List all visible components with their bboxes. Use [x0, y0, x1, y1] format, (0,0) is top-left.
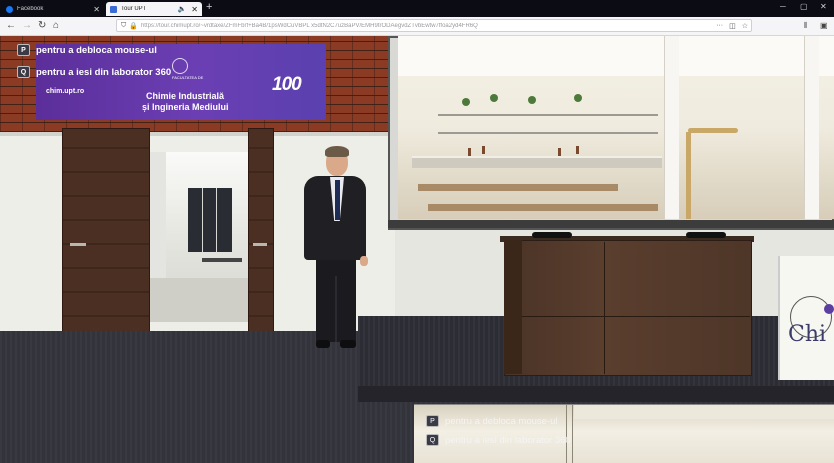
- bookmark-star-icon[interactable]: ☆: [742, 22, 748, 30]
- poster-text: Chi: [788, 322, 827, 347]
- browser-nav-bar: ← → ↻ ⌂ ⛉ 🔒 https://tour.chimupt.ro/~vrd…: [0, 17, 834, 36]
- wall-trim: [0, 132, 395, 136]
- close-window-button[interactable]: ✕: [820, 2, 827, 11]
- projection-screen: [398, 36, 834, 219]
- banner-title-line1: Chimie Industrială: [146, 91, 225, 101]
- facebook-icon: [6, 5, 13, 13]
- browser-tab-bar: Facebook ✕ Tour UPT 🔈 ✕ + ─ ▢ ✕: [0, 0, 834, 17]
- inset-preview: P pentru a debloca mouse-ul Q pentru a i…: [414, 404, 834, 463]
- hint-text: pentru a iesi din laborator 360: [36, 66, 172, 78]
- url-bar[interactable]: ⛉ 🔒 https://tour.chimupt.ro/~vrdtaxe/ZFm…: [116, 19, 752, 32]
- side-poster: Chi: [778, 256, 834, 380]
- door-handle: [70, 243, 86, 246]
- banner-sub: FACULTATEA DE: [172, 75, 204, 80]
- corridor-bench: [202, 258, 242, 262]
- door-handle: [253, 243, 267, 246]
- door-left: [62, 128, 150, 340]
- sidebar-icon[interactable]: ▣: [820, 19, 828, 33]
- inset-hint-exit: Q pentru a iesi din laborator 360: [426, 434, 571, 446]
- centenary-logo: 100: [272, 74, 302, 95]
- key-badge: Q: [426, 434, 439, 446]
- key-badge: P: [426, 415, 439, 427]
- hint-text: pentru a debloca mouse-ul: [445, 415, 558, 427]
- corridor-floor: [140, 278, 250, 322]
- corridor-window: [188, 188, 232, 252]
- key-badge: P: [17, 44, 30, 56]
- speaker-icon[interactable]: 🔈: [178, 5, 187, 13]
- virtual-lab-viewport[interactable]: FACULTATEA DE chim.upt.ro Chimie Industr…: [0, 36, 834, 463]
- faculty-logo-icon: [172, 58, 188, 74]
- desk-device: [686, 232, 726, 238]
- doorway: [140, 152, 250, 322]
- tab-tour-upt[interactable]: Tour UPT 🔈 ✕: [106, 2, 202, 16]
- screen-bezel: [388, 220, 834, 228]
- pocket-icon[interactable]: ◫: [729, 22, 736, 30]
- hint-exit-lab: Q pentru a iesi din laborator 360: [17, 66, 171, 78]
- hint-text: pentru a iesi din laborator 360: [445, 434, 571, 446]
- tab-facebook[interactable]: Facebook ✕: [2, 2, 104, 16]
- new-tab-button[interactable]: +: [206, 1, 212, 13]
- home-icon[interactable]: ⌂: [53, 19, 59, 33]
- minimize-button[interactable]: ─: [780, 2, 786, 11]
- lab-tube: [688, 128, 738, 133]
- close-tab-icon[interactable]: ✕: [93, 5, 100, 14]
- corridor-pillar: [148, 152, 166, 282]
- reload-icon[interactable]: ↻: [38, 19, 46, 33]
- library-icon[interactable]: ⫴: [804, 19, 807, 33]
- forward-icon[interactable]: →: [22, 19, 32, 33]
- page-actions-icon[interactable]: ···: [716, 22, 723, 29]
- hint-unlock-mouse: P pentru a debloca mouse-ul: [17, 44, 157, 56]
- key-badge: Q: [17, 66, 30, 78]
- tab-label: Tour UPT: [121, 6, 147, 12]
- maximize-button[interactable]: ▢: [800, 2, 808, 11]
- close-tab-icon[interactable]: ✕: [191, 5, 198, 14]
- url-text: https://tour.chimupt.ro/~vrdtaxe/ZFmFbrf…: [140, 22, 478, 29]
- shield-icon[interactable]: ⛉: [121, 22, 126, 30]
- lectern-desk: [504, 240, 752, 376]
- desk-device: [532, 232, 572, 238]
- banner-title-line2: și Ingineria Mediului: [142, 102, 229, 112]
- banner-site: chim.upt.ro: [46, 88, 85, 95]
- presenter-avatar: [298, 146, 370, 352]
- hint-text: pentru a debloca mouse-ul: [36, 44, 157, 56]
- back-icon[interactable]: ←: [6, 19, 16, 33]
- door-right: [248, 128, 274, 340]
- lock-icon[interactable]: 🔒: [129, 22, 138, 30]
- tab-label: Facebook: [17, 6, 44, 12]
- inset-hint-unlock: P pentru a debloca mouse-ul: [426, 415, 558, 427]
- site-icon: [110, 5, 117, 13]
- stage-edge: [358, 386, 834, 402]
